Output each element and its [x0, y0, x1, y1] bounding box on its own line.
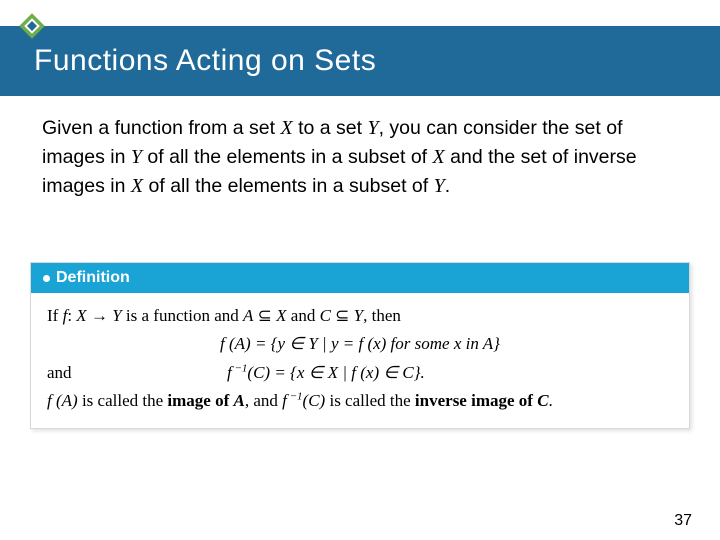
- var-A: A: [233, 391, 244, 410]
- text: and: [287, 306, 320, 325]
- page-number: 37: [674, 512, 692, 530]
- text: , and: [245, 391, 282, 410]
- text: of all the elements in a subset of: [143, 175, 434, 197]
- text: .: [445, 175, 450, 197]
- var-X: X: [131, 175, 143, 197]
- text: , then: [363, 306, 401, 325]
- var-X: X: [276, 306, 286, 325]
- sup-minus1: −1: [287, 390, 303, 402]
- of-C: (C): [303, 391, 326, 410]
- text: Given a function from a set: [42, 117, 280, 139]
- text: :: [67, 306, 76, 325]
- var-Y: Y: [354, 306, 363, 325]
- subset: ⊆: [253, 306, 276, 325]
- text: is called the: [78, 391, 168, 410]
- var-Y: Y: [434, 175, 445, 197]
- image-of: image of: [167, 391, 233, 410]
- f-of-A: f (A): [47, 391, 78, 410]
- text: If: [47, 306, 63, 325]
- equation-1: f (A) = {y ∈ Y | y = f (x) for some x in…: [47, 331, 673, 357]
- sup-minus1: −1: [232, 362, 248, 374]
- var-C: C: [320, 306, 331, 325]
- var-C: C: [537, 391, 548, 410]
- definition-label: Definition: [56, 269, 130, 287]
- intro-paragraph: Given a function from a set X to a set Y…: [42, 114, 678, 201]
- var-X: X: [280, 117, 292, 139]
- and-row: and f −1(C) = {x ∈ X | f (x) ∈ C}.: [47, 360, 673, 386]
- text: .: [549, 391, 553, 410]
- text: to a set: [293, 117, 368, 139]
- definition-body: If f: X → Y is a function and A ⊆ X and …: [31, 293, 689, 428]
- text: of all the elements in a subset of: [142, 146, 433, 168]
- diamond-icon: [14, 8, 50, 44]
- subset: ⊆: [331, 306, 354, 325]
- and-word: and: [47, 360, 227, 386]
- text: is called the: [325, 391, 415, 410]
- page-title: Functions Acting on Sets: [34, 44, 376, 78]
- var-X: X: [433, 146, 445, 168]
- definition-header: Definition: [31, 263, 689, 293]
- var-Y: Y: [131, 146, 142, 168]
- bullet-icon: [43, 275, 50, 282]
- definition-line1: If f: X → Y is a function and A ⊆ X and …: [47, 303, 673, 329]
- text: (C) = {x ∈ X | f (x) ∈ C}.: [247, 363, 424, 382]
- title-bar: Functions Acting on Sets: [0, 26, 720, 96]
- var-Y: Y: [367, 117, 378, 139]
- definition-box: Definition If f: X → Y is a function and…: [30, 262, 690, 429]
- var-Y: Y: [112, 306, 121, 325]
- inverse-image-of: inverse image of: [415, 391, 537, 410]
- definition-line3: f (A) is called the image of A, and f −1…: [47, 388, 673, 414]
- arrow: →: [87, 306, 113, 325]
- var-X: X: [76, 306, 86, 325]
- var-A: A: [243, 306, 253, 325]
- equation-2: f −1(C) = {x ∈ X | f (x) ∈ C}.: [227, 360, 425, 386]
- text: is a function and: [122, 306, 243, 325]
